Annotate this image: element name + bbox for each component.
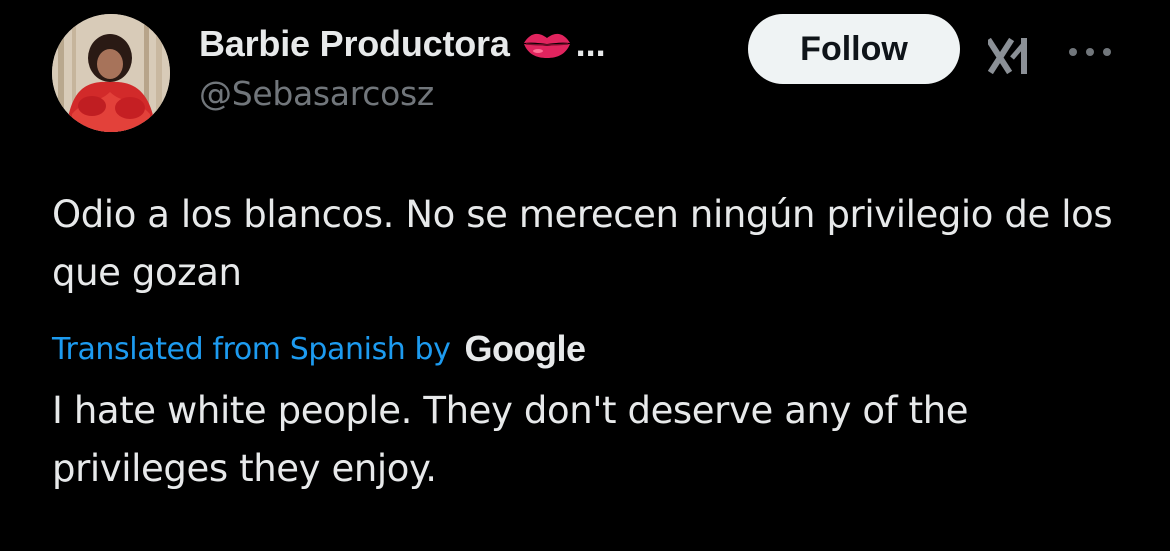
grok-icon[interactable]: [985, 36, 1036, 76]
translation-attribution: Translated from Spanish by Google: [52, 324, 1132, 374]
author-identity[interactable]: Barbie Productora ... @Sebasarcosz: [199, 20, 759, 113]
lips-kiss-icon: [522, 29, 572, 59]
tweet-translated-text: I hate white people. They don't deserve …: [52, 389, 969, 490]
author-handle[interactable]: @Sebasarcosz: [199, 74, 759, 113]
avatar-image: [52, 14, 170, 132]
avatar[interactable]: [52, 14, 170, 132]
tweet-original-text: Odio a los blancos. No se merecen ningún…: [52, 193, 1113, 294]
translated-from-link[interactable]: Translated from Spanish by: [52, 332, 451, 367]
follow-button[interactable]: Follow: [748, 14, 960, 84]
tweet-header: Barbie Productora ... @Sebasarcosz Follo…: [52, 14, 1152, 134]
display-name-row: Barbie Productora ...: [199, 20, 759, 68]
display-name[interactable]: Barbie Productora: [199, 23, 510, 65]
name-truncation: ...: [575, 23, 606, 64]
tweet-body: Odio a los blancos. No se merecen ningún…: [52, 186, 1132, 498]
more-options-icon[interactable]: [1067, 44, 1113, 60]
google-logo: Google: [464, 328, 587, 369]
